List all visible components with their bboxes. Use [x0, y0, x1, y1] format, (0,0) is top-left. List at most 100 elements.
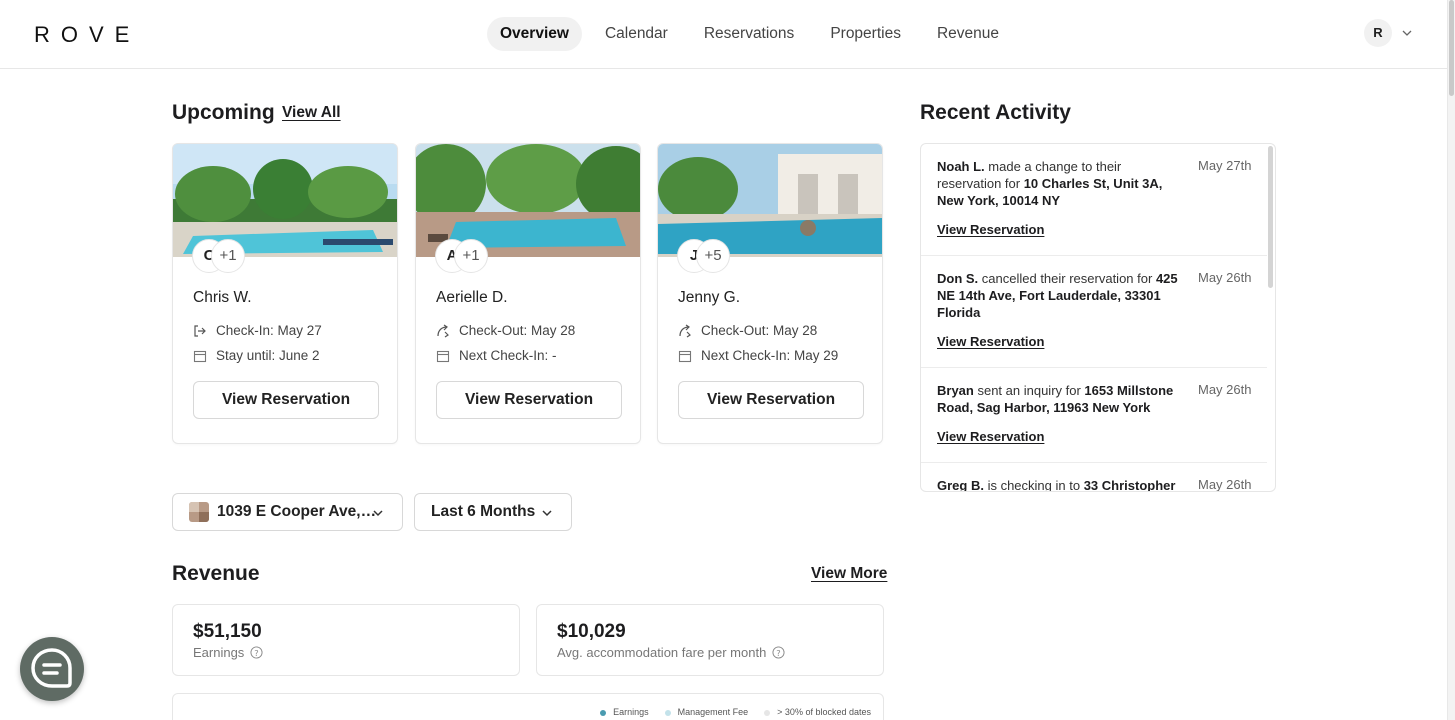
calendar-icon	[678, 350, 692, 362]
extra-guests-badge: +5	[696, 239, 730, 273]
checkout-row: Check-Out: May 28	[436, 323, 575, 338]
info-icon[interactable]: ?	[250, 646, 263, 659]
activity-action: sent an inquiry for	[973, 383, 1085, 398]
next-checkin-text: Next Check-In: -	[459, 348, 557, 363]
checkin-row: Check-In: May 27	[193, 323, 322, 338]
revenue-title: Revenue	[172, 562, 260, 585]
property-select-value: 1039 E Cooper Ave,…	[217, 503, 377, 520]
chevron-down-icon	[373, 510, 383, 517]
nav-calendar[interactable]: Calendar	[592, 17, 681, 51]
view-reservation-link[interactable]: View Reservation	[937, 334, 1044, 349]
calendar-icon	[193, 350, 207, 362]
period-select[interactable]: Last 6 Months	[414, 493, 572, 531]
svg-text:?: ?	[255, 648, 259, 658]
nav-overview[interactable]: Overview	[487, 17, 582, 51]
rove-logo[interactable]: ROVE	[34, 22, 140, 48]
info-icon[interactable]: ?	[772, 646, 785, 659]
stay-row: Stay until: June 2	[193, 348, 320, 363]
activity-user: Greg B.	[937, 478, 984, 492]
legend-management-fee: Management Fee	[664, 707, 749, 717]
view-reservation-link[interactable]: View Reservation	[937, 429, 1044, 444]
activity-scrollbar[interactable]	[1268, 146, 1273, 288]
avg-fare-value: $10,029	[557, 621, 626, 642]
view-all-link[interactable]: View All	[282, 104, 341, 122]
upcoming-card: J +5 Jenny G. Check-Out: May 28 Next Che…	[657, 143, 883, 444]
activity-address: 33 Christopher	[1083, 478, 1176, 492]
activity-text: Greg B. is checking in to 33 Christopher	[937, 477, 1185, 492]
earnings-label-row: Earnings ?	[193, 645, 263, 660]
guest-avatars: J +5	[677, 239, 730, 273]
activity-user: Bryan	[937, 383, 974, 398]
recent-activity-list[interactable]: Noah L. made a change to their reservati…	[920, 143, 1276, 492]
activity-action: is checking in to	[983, 478, 1084, 492]
legend-dot	[664, 709, 671, 716]
guest-avatars: A +1	[435, 239, 488, 273]
checkout-text: Check-Out: May 28	[459, 323, 576, 338]
activity-date: May 26th	[1198, 382, 1252, 397]
legend-label: Earnings	[613, 707, 649, 717]
activity-date: May 26th	[1198, 270, 1252, 285]
avg-fare-card: $10,029 Avg. accommodation fare per mont…	[536, 604, 884, 676]
view-reservation-button[interactable]: View Reservation	[193, 381, 379, 419]
earnings-value: $51,150	[193, 621, 262, 642]
activity-item: Noah L. made a change to their reservati…	[921, 144, 1267, 256]
avg-fare-label-row: Avg. accommodation fare per month ?	[557, 645, 785, 660]
view-reservation-button[interactable]: View Reservation	[678, 381, 864, 419]
extra-guests-badge: +1	[211, 239, 245, 273]
activity-date: May 26th	[1198, 477, 1252, 492]
check-in-icon	[194, 324, 206, 337]
activity-item: Don S. cancelled their reservation for 4…	[921, 256, 1267, 368]
chat-widget-button[interactable]	[20, 637, 84, 701]
calendar-icon	[436, 350, 450, 362]
avg-fare-label: Avg. accommodation fare per month	[557, 645, 767, 660]
next-checkin-row: Next Check-In: -	[436, 348, 557, 363]
activity-user: Noah L.	[937, 159, 985, 174]
nav-revenue[interactable]: Revenue	[924, 17, 1012, 51]
guest-name: Chris W.	[193, 289, 252, 306]
activity-action: cancelled their reservation for	[978, 271, 1156, 286]
guest-name: Jenny G.	[678, 289, 741, 306]
upcoming-card: A +1 Aerielle D. Check-Out: May 28 Next …	[415, 143, 641, 444]
activity-user: Don S.	[937, 271, 979, 286]
period-select-value: Last 6 Months	[431, 503, 536, 520]
top-nav-bar: ROVE Overview Calendar Reservations Prop…	[0, 0, 1447, 69]
earnings-card: $51,150 Earnings ?	[172, 604, 520, 676]
activity-text: Don S. cancelled their reservation for 4…	[937, 270, 1185, 321]
view-reservation-link[interactable]: View Reservation	[937, 222, 1044, 237]
view-reservation-button[interactable]: View Reservation	[436, 381, 622, 419]
checkout-row: Check-Out: May 28	[678, 323, 817, 338]
legend-earnings: Earnings	[600, 707, 649, 717]
next-checkin-row: Next Check-In: May 29	[678, 348, 838, 363]
guest-name: Aerielle D.	[436, 289, 508, 306]
earnings-label: Earnings	[193, 645, 245, 660]
nav-properties[interactable]: Properties	[817, 17, 914, 51]
legend-label: > 30% of blocked dates	[777, 707, 871, 717]
nav-reservations[interactable]: Reservations	[691, 17, 807, 51]
property-thumbnail	[189, 502, 209, 522]
account-menu[interactable]: R	[1364, 19, 1412, 47]
svg-text:?: ?	[777, 648, 781, 658]
activity-text: Bryan sent an inquiry for 1653 Millstone…	[937, 382, 1185, 416]
checkin-text: Check-In: May 27	[216, 323, 322, 338]
legend-label: Management Fee	[677, 707, 749, 717]
upcoming-title: Upcoming	[172, 101, 275, 124]
view-more-link[interactable]: View More	[811, 565, 887, 583]
chart-legend: Earnings Management Fee > 30% of blocked…	[600, 707, 871, 717]
extra-guests-badge: +1	[454, 239, 488, 273]
legend-blocked-dates: > 30% of blocked dates	[764, 707, 871, 717]
stay-until-text: Stay until: June 2	[216, 348, 320, 363]
property-select[interactable]: 1039 E Cooper Ave,…	[172, 493, 403, 531]
page-scrollbar[interactable]	[1447, 0, 1455, 720]
account-avatar[interactable]: R	[1364, 19, 1392, 47]
activity-item: Bryan sent an inquiry for 1653 Millstone…	[921, 368, 1267, 463]
check-out-icon	[437, 324, 449, 337]
upcoming-card: C +1 Chris W. Check-In: May 27 Stay unti…	[172, 143, 398, 444]
page-scrollbar-thumb[interactable]	[1449, 0, 1454, 96]
chevron-down-icon[interactable]	[1402, 28, 1412, 38]
guest-avatars: C +1	[192, 239, 245, 273]
chat-icon	[31, 648, 72, 688]
chevron-down-icon	[542, 510, 552, 517]
legend-dot	[600, 709, 607, 716]
activity-item: Greg B. is checking in to 33 Christopher…	[921, 463, 1267, 492]
checkout-text: Check-Out: May 28	[701, 323, 818, 338]
